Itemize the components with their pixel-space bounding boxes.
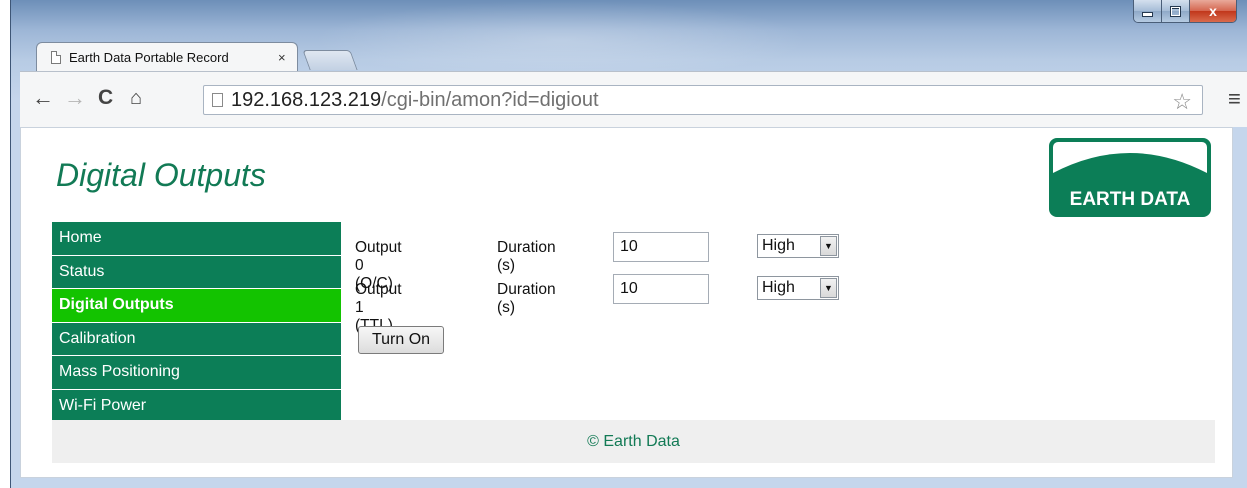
output-0-duration-input[interactable]: [613, 232, 709, 262]
sidebar-item-status[interactable]: Status: [52, 255, 341, 289]
home-icon[interactable]: ⌂: [130, 86, 142, 110]
url-host: 192.168.123.219: [231, 88, 382, 111]
browser-tab[interactable]: Earth Data Portable Record ×: [36, 42, 298, 72]
output-1-duration-label: Duration (s): [497, 281, 556, 316]
dropdown-arrow-icon[interactable]: ▼: [820, 278, 837, 298]
page-viewport: Digital Outputs EARTH DATA Home Status D…: [20, 127, 1233, 478]
close-icon: x: [1209, 3, 1217, 19]
turn-on-button[interactable]: Turn On: [358, 326, 444, 354]
output-1-level-value: High: [762, 279, 795, 296]
address-bar[interactable]: 192.168.123.219/cgi-bin/amon?id=digiout …: [203, 85, 1203, 115]
browser-toolbar: ← → C ⌂ 192.168.123.219/cgi-bin/amon?id=…: [20, 71, 1247, 127]
forward-icon[interactable]: →: [64, 86, 86, 110]
maximize-button[interactable]: [1162, 0, 1190, 22]
minimize-icon: [1142, 11, 1153, 17]
bookmark-star-icon[interactable]: ☆: [1172, 89, 1192, 115]
sidebar-item-mass-positioning[interactable]: Mass Positioning: [52, 356, 341, 390]
menu-icon[interactable]: ≡: [1228, 86, 1241, 112]
minimize-button[interactable]: [1134, 0, 1162, 22]
new-tab-button[interactable]: [302, 50, 358, 70]
close-window-button[interactable]: x: [1190, 0, 1236, 22]
window-controls: x: [1133, 0, 1237, 23]
page-icon: [51, 51, 61, 64]
back-icon[interactable]: ←: [32, 86, 54, 110]
output-1-level-select[interactable]: High ▼: [757, 276, 839, 300]
sidebar-item-wifi-power[interactable]: Wi-Fi Power: [52, 389, 341, 423]
logo-text: EARTH DATA: [1070, 189, 1191, 210]
url-path: /cgi-bin/amon?id=digiout: [381, 88, 599, 111]
page-footer: © Earth Data: [52, 420, 1215, 463]
output-0-level-value: High: [762, 237, 795, 254]
page-icon: [212, 93, 223, 107]
output-0-duration-label: Duration (s): [497, 239, 556, 274]
tab-title: Earth Data Portable Record: [69, 50, 229, 65]
tab-close-icon[interactable]: ×: [278, 50, 286, 65]
dropdown-arrow-icon[interactable]: ▼: [820, 236, 837, 256]
output-0-level-select[interactable]: High ▼: [757, 234, 839, 258]
sidebar-item-digital-outputs[interactable]: Digital Outputs: [52, 289, 341, 323]
output-1-duration-input[interactable]: [613, 274, 709, 304]
earth-data-logo: EARTH DATA: [1049, 138, 1211, 217]
sidebar-nav: Home Status Digital Outputs Calibration …: [52, 222, 341, 423]
sidebar-item-calibration[interactable]: Calibration: [52, 322, 341, 356]
reload-icon[interactable]: C: [98, 86, 113, 110]
maximize-icon: [1170, 5, 1181, 17]
page-title: Digital Outputs: [56, 157, 266, 193]
sidebar-item-home[interactable]: Home: [52, 222, 341, 256]
